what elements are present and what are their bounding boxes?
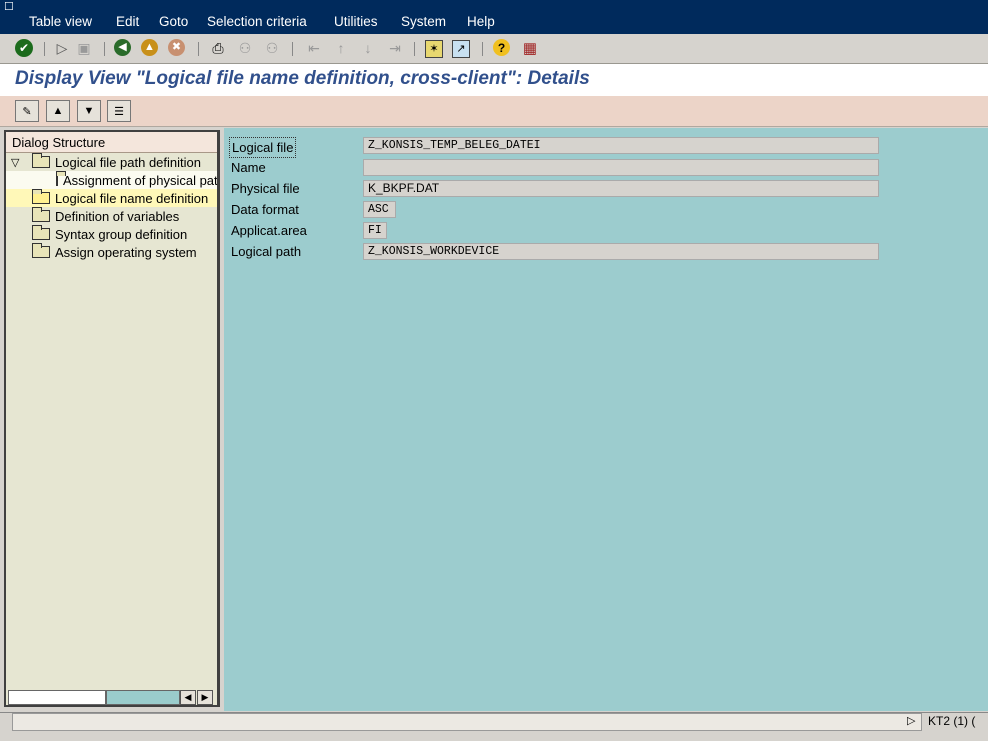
- last-page-icon[interactable]: ⇥: [385, 38, 405, 58]
- page-title: Display View "Logical file name definiti…: [15, 68, 590, 89]
- logical-file-label: Logical file: [229, 137, 297, 158]
- folder-icon: [32, 153, 50, 168]
- system-info[interactable]: KT2 (1) (: [928, 714, 975, 728]
- tree-node-label: Assign operating system: [55, 244, 197, 260]
- tree-node-label: Logical file path definition: [55, 154, 201, 170]
- tree-node-label: Logical file name definition: [55, 190, 209, 206]
- folder-icon: [32, 225, 50, 240]
- physical-file-label: Physical file: [231, 181, 300, 196]
- menu-edit[interactable]: Edit: [116, 14, 139, 29]
- toolbar-separator: [104, 42, 105, 56]
- toolbar-separator: [414, 42, 415, 56]
- save-icon[interactable]: ▣: [74, 38, 94, 58]
- data-format-label: Data format: [231, 202, 299, 217]
- toolbar-separator: [292, 42, 293, 56]
- data-format-field[interactable]: ASC: [363, 201, 396, 218]
- logical-path-label: Logical path: [231, 244, 302, 259]
- tree-node-label: Assignment of physical paths: [63, 172, 220, 188]
- select-all-icon[interactable]: ☰: [107, 100, 131, 122]
- folder-icon: [56, 171, 66, 186]
- open-folder-icon: [32, 189, 50, 204]
- expand-arrow-icon[interactable]: ▽: [11, 156, 19, 169]
- toolbar-separator: [482, 42, 483, 56]
- previous-page-icon[interactable]: ↑: [331, 38, 351, 58]
- detail-area: Logical file Z_KONSIS_TEMP_BELEG_DATEI N…: [224, 128, 988, 711]
- scroll-left-icon[interactable]: ◀: [180, 690, 196, 705]
- status-expand-icon[interactable]: ▷: [907, 714, 915, 727]
- command-field-arrow-icon[interactable]: ▷: [52, 38, 72, 58]
- logical-path-field[interactable]: Z_KONSIS_WORKDEVICE: [363, 243, 879, 260]
- tree-node-syntax-group[interactable]: Syntax group definition: [32, 225, 187, 243]
- print-icon[interactable]: ⎙: [208, 38, 228, 58]
- system-menu-icon[interactable]: ☐: [4, 2, 18, 13]
- scrollbar-thumb[interactable]: [8, 690, 106, 705]
- find-icon[interactable]: ⚇: [235, 38, 255, 58]
- tree-node-definition-variables[interactable]: Definition of variables: [32, 207, 179, 225]
- find-next-icon[interactable]: ⚇: [262, 38, 282, 58]
- application-toolbar: ✎ ▲ ▼ ☰: [0, 96, 988, 127]
- tree-node-label: Definition of variables: [55, 208, 180, 224]
- name-label: Name: [231, 160, 266, 175]
- standard-toolbar: ✔ ▷ ▣ ◀ ▲ ✖ ⎙ ⚇ ⚇ ⇤ ↑ ↓ ⇥ ✶ ↗ ? ▦: [0, 34, 988, 64]
- scroll-right-icon[interactable]: ▶: [197, 690, 213, 705]
- menu-utilities[interactable]: Utilities: [334, 14, 378, 29]
- help-icon[interactable]: ?: [493, 39, 510, 56]
- layout-menu-icon[interactable]: ▦: [520, 38, 540, 58]
- first-page-icon[interactable]: ⇤: [304, 38, 324, 58]
- folder-icon: [32, 207, 50, 222]
- menu-help[interactable]: Help: [467, 14, 495, 29]
- tree-horizontal-scrollbar[interactable]: ◀ ▶: [8, 689, 213, 705]
- tree-node-assignment-physical-paths[interactable]: Assignment of physical paths: [6, 171, 220, 189]
- exit-icon[interactable]: ▲: [141, 39, 158, 56]
- shortcut-icon[interactable]: ↗: [452, 40, 470, 58]
- tree-node-logical-file-path[interactable]: Logical file path definition: [32, 153, 201, 171]
- application-area-label: Applicat.area: [231, 223, 307, 238]
- folder-icon: [32, 243, 50, 258]
- logical-file-field[interactable]: Z_KONSIS_TEMP_BELEG_DATEI: [363, 137, 879, 154]
- application-area-field[interactable]: FI: [363, 222, 387, 239]
- next-entry-icon[interactable]: ▼: [77, 100, 101, 122]
- tree-node-assign-os[interactable]: Assign operating system: [32, 243, 197, 261]
- menu-goto[interactable]: Goto: [159, 14, 188, 29]
- back-icon[interactable]: ◀: [114, 39, 131, 56]
- toolbar-separator: [198, 42, 199, 56]
- menu-table-view[interactable]: Table view: [29, 14, 92, 29]
- tree-node-logical-file-name[interactable]: Logical file name definition: [6, 189, 217, 207]
- status-message-field: [12, 713, 922, 731]
- scrollbar-track[interactable]: [106, 690, 180, 705]
- tree-node-label: Syntax group definition: [55, 226, 188, 242]
- dialog-structure-header: Dialog Structure: [6, 132, 217, 153]
- toolbar-separator: [44, 42, 45, 56]
- enter-check-icon[interactable]: ✔: [15, 39, 33, 57]
- name-field[interactable]: [363, 159, 879, 176]
- next-page-icon[interactable]: ↓: [358, 38, 378, 58]
- cancel-icon[interactable]: ✖: [168, 39, 185, 56]
- dialog-structure-title: Dialog Structure: [12, 135, 106, 150]
- display-change-icon[interactable]: ✎: [15, 100, 39, 122]
- menu-selection-criteria[interactable]: Selection criteria: [207, 14, 307, 29]
- menu-system[interactable]: System: [401, 14, 446, 29]
- previous-entry-icon[interactable]: ▲: [46, 100, 70, 122]
- create-session-icon[interactable]: ✶: [425, 40, 443, 58]
- dialog-structure-panel: Dialog Structure ▽ Logical file path def…: [4, 130, 220, 707]
- physical-file-field[interactable]: K_BKPF.DAT: [363, 180, 879, 197]
